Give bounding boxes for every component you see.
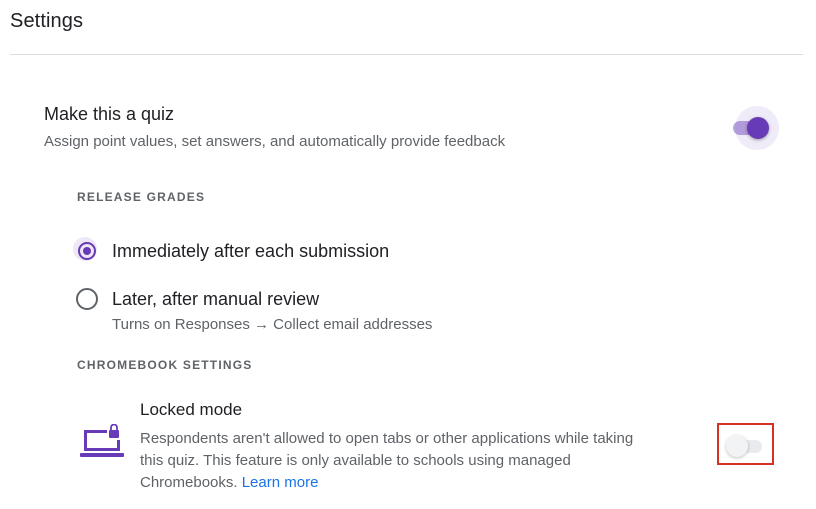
radio-sublabel-later: Turns on Responses → Collect email addre… — [112, 316, 433, 333]
radio-label-later: Later, after manual review — [112, 288, 320, 309]
laptop-lock-icon — [80, 424, 124, 457]
radio-button-unchecked[interactable] — [76, 288, 98, 310]
locked-mode-description: Respondents aren't allowed to open tabs … — [140, 428, 660, 494]
radio-option-immediately[interactable]: Immediately after each submission — [73, 237, 390, 262]
learn-more-link[interactable]: Learn more — [242, 474, 319, 491]
toggle-thumb — [726, 435, 748, 457]
divider — [10, 54, 803, 55]
locked-mode-description-text: Respondents aren't allowed to open tabs … — [140, 430, 634, 491]
toggle-thumb — [747, 117, 769, 139]
radio-button-checked[interactable] — [78, 242, 96, 260]
quiz-setting-title: Make this a quiz — [44, 104, 175, 124]
quiz-toggle[interactable] — [733, 104, 781, 152]
locked-mode-title: Locked mode — [140, 400, 243, 419]
radio-label-immediately: Immediately after each submission — [112, 240, 390, 261]
locked-mode-toggle[interactable] — [726, 434, 770, 458]
quiz-setting-description: Assign point values, set answers, and au… — [44, 133, 506, 150]
radio-option-later[interactable]: Later, after manual review — [76, 288, 319, 310]
chromebook-settings-header: CHROMEBOOK SETTINGS — [77, 358, 253, 372]
page-title: Settings — [10, 10, 84, 32]
release-grades-header: RELEASE GRADES — [77, 190, 206, 204]
